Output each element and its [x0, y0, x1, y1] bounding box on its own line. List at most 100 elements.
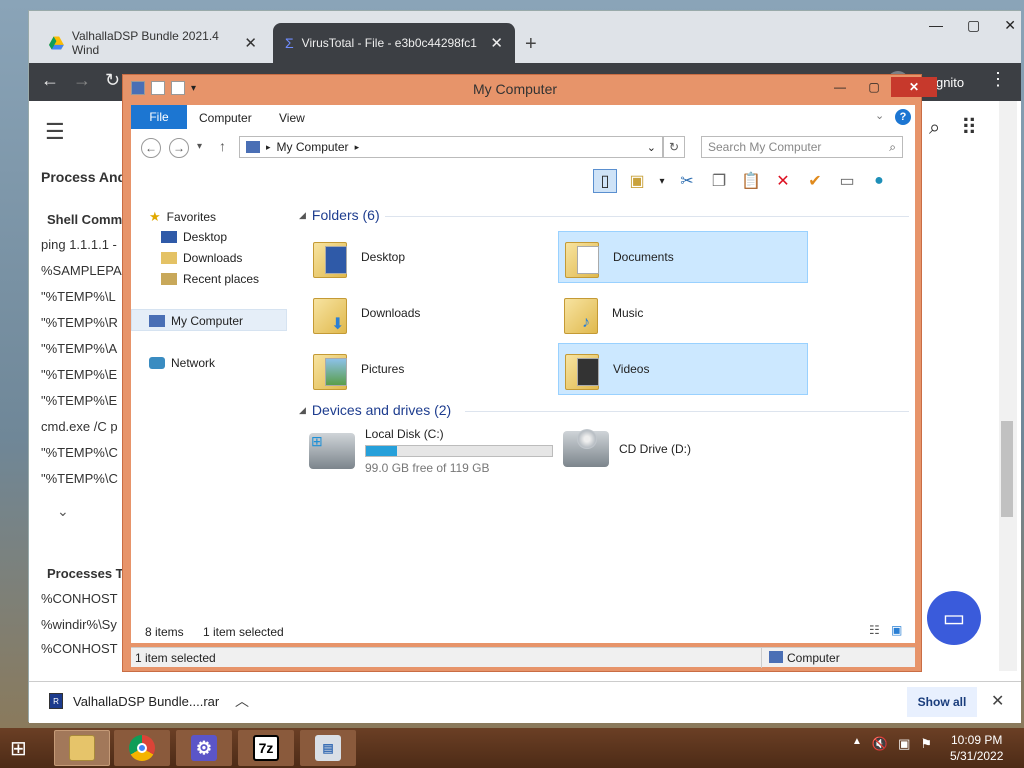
reload-icon[interactable]: ↻: [105, 70, 120, 91]
expand-ribbon-icon[interactable]: ⌄: [875, 109, 884, 122]
start-windows-icon[interactable]: ⊞: [10, 736, 38, 760]
minimize-icon[interactable]: —: [823, 77, 857, 97]
cd-drive-icon: [563, 429, 609, 467]
delete-icon[interactable]: ✕: [771, 169, 795, 193]
close-icon[interactable]: ✕: [1004, 17, 1016, 34]
ribbon-tab-file[interactable]: File: [131, 105, 187, 129]
shell-line: "%TEMP%\C: [41, 471, 118, 486]
status-divider: [761, 648, 762, 668]
folders-group-header[interactable]: ◢ Folders (6): [299, 207, 380, 223]
shell-line: "%TEMP%\A: [41, 341, 118, 356]
breadcrumb-my-computer[interactable]: My Computer: [277, 140, 349, 154]
tab-virustotal[interactable]: Σ VirusTotal - File - e3b0c44298fc1 ✕: [273, 23, 515, 63]
new-folder-icon[interactable]: [171, 81, 185, 95]
address-bar[interactable]: ▸ My Computer ▸ ⌄: [239, 136, 663, 158]
drive-cd[interactable]: CD Drive (D:): [563, 429, 691, 467]
large-icons-view-icon[interactable]: ▣: [891, 623, 902, 637]
back-icon[interactable]: ←: [41, 70, 59, 91]
download-options-icon[interactable]: ︿: [235, 691, 249, 711]
check-icon[interactable]: ✔: [803, 169, 827, 193]
drive-icon: [49, 36, 64, 50]
close-tab-icon[interactable]: ✕: [244, 34, 257, 52]
nav-downloads[interactable]: Downloads: [161, 251, 242, 265]
back-icon[interactable]: ←: [141, 138, 161, 158]
forward-icon[interactable]: →: [73, 70, 91, 91]
copy-icon[interactable]: ❐: [707, 169, 731, 193]
apps-grid-icon[interactable]: ⠿: [961, 115, 977, 141]
maximize-icon[interactable]: ▢: [857, 77, 891, 97]
maximize-icon[interactable]: ▢: [967, 17, 980, 34]
nav-desktop[interactable]: Desktop: [161, 230, 227, 244]
refresh-icon[interactable]: ↻: [663, 136, 685, 158]
ribbon-tab-view[interactable]: View: [279, 111, 305, 125]
address-dropdown-icon[interactable]: ⌄: [647, 141, 656, 154]
tab-valhalla[interactable]: ValhallaDSP Bundle 2021.4 Wind ✕: [37, 23, 269, 63]
show-all-button[interactable]: Show all: [907, 687, 977, 717]
properties-icon[interactable]: [151, 81, 165, 95]
nav-label: Downloads: [183, 251, 243, 265]
videos-folder-icon: [563, 346, 603, 392]
folder-icon: [311, 234, 351, 280]
search-input[interactable]: Search My Computer ⌕: [701, 136, 903, 158]
hamburger-menu-icon[interactable]: ☰: [45, 119, 65, 145]
folder-pictures[interactable]: Pictures: [307, 343, 557, 395]
page-scrollbar[interactable]: [999, 101, 1017, 671]
nav-network[interactable]: Network: [149, 356, 215, 370]
up-icon[interactable]: ↑: [219, 138, 226, 154]
folder-videos[interactable]: Videos: [558, 343, 808, 395]
close-icon[interactable]: ✕: [891, 77, 937, 97]
window-title: My Computer: [473, 81, 558, 97]
close-download-bar-icon[interactable]: ✕: [991, 691, 1004, 711]
browser-menu-icon[interactable]: ⋮: [989, 69, 1007, 90]
clock-time: 10:09 PM: [951, 733, 1003, 747]
recent-locations-icon[interactable]: ▾: [197, 141, 202, 152]
forward-icon[interactable]: →: [169, 138, 189, 158]
search-icon[interactable]: ⌕: [929, 117, 940, 140]
shell-line: "%TEMP%\R: [41, 315, 118, 330]
action-center-icon[interactable]: ⚑: [920, 736, 932, 752]
shell-line: "%TEMP%\E: [41, 393, 118, 408]
rename-icon[interactable]: ▭: [835, 169, 859, 193]
chat-button[interactable]: ▭: [927, 591, 981, 645]
folder-downloads[interactable]: ⬇ Downloads: [307, 287, 557, 339]
paste-icon[interactable]: 📋: [739, 169, 763, 193]
show-hidden-icons-icon[interactable]: ▲: [852, 736, 862, 752]
cut-icon[interactable]: ✂: [675, 169, 699, 193]
folder-documents[interactable]: Documents: [558, 231, 808, 283]
taskbar-performance-monitor[interactable]: ▤: [300, 730, 356, 766]
folder-label: Documents: [613, 250, 674, 264]
status-location: Computer: [787, 651, 840, 665]
help-icon[interactable]: ?: [895, 109, 911, 125]
minimize-icon[interactable]: —: [929, 17, 943, 34]
taskbar-7zip[interactable]: 7z: [238, 730, 294, 766]
status-selected: 1 item selected: [135, 651, 216, 665]
expand-chevron-icon[interactable]: ⌄: [57, 503, 69, 520]
taskbar-settings[interactable]: ⚙: [176, 730, 232, 766]
preview-pane-icon[interactable]: ▯: [593, 169, 617, 193]
details-view-icon[interactable]: ☷: [869, 623, 880, 637]
new-tab-button[interactable]: +: [525, 33, 537, 56]
processes-heading: Processes T: [47, 566, 124, 581]
taskbar-file-explorer[interactable]: [54, 730, 110, 766]
folder-music[interactable]: ♪ Music: [558, 287, 808, 339]
scrollbar-thumb[interactable]: [1001, 421, 1013, 517]
computer-icon: [769, 651, 783, 663]
taskbar-chrome[interactable]: [114, 730, 170, 766]
nav-recent-places[interactable]: Recent places: [161, 272, 259, 286]
nav-my-computer[interactable]: My Computer: [149, 314, 243, 328]
clock[interactable]: 10:09 PM 5/31/2022: [950, 732, 1003, 764]
close-tab-icon[interactable]: ✕: [490, 34, 503, 52]
download-item[interactable]: R ValhallaDSP Bundle....rar: [49, 693, 219, 709]
volume-muted-icon[interactable]: 🔇: [872, 736, 888, 752]
dropdown-icon[interactable]: ▾: [657, 169, 667, 193]
network-icon[interactable]: ▣: [898, 736, 910, 752]
customize-dropdown-icon[interactable]: ▾: [191, 83, 196, 94]
devices-group-header[interactable]: ◢ Devices and drives (2): [299, 402, 451, 418]
properties-icon[interactable]: ▣: [625, 169, 649, 193]
ribbon-tab-computer[interactable]: Computer: [199, 111, 252, 125]
selection-count: 1 item selected: [203, 625, 284, 639]
globe-icon[interactable]: ●: [867, 169, 891, 193]
nav-favorites[interactable]: ★ Favorites: [149, 209, 216, 225]
drive-local-disk[interactable]: ⊞ Local Disk (C:) 99.0 GB free of 119 GB: [309, 427, 553, 475]
folder-desktop[interactable]: Desktop: [307, 231, 557, 283]
